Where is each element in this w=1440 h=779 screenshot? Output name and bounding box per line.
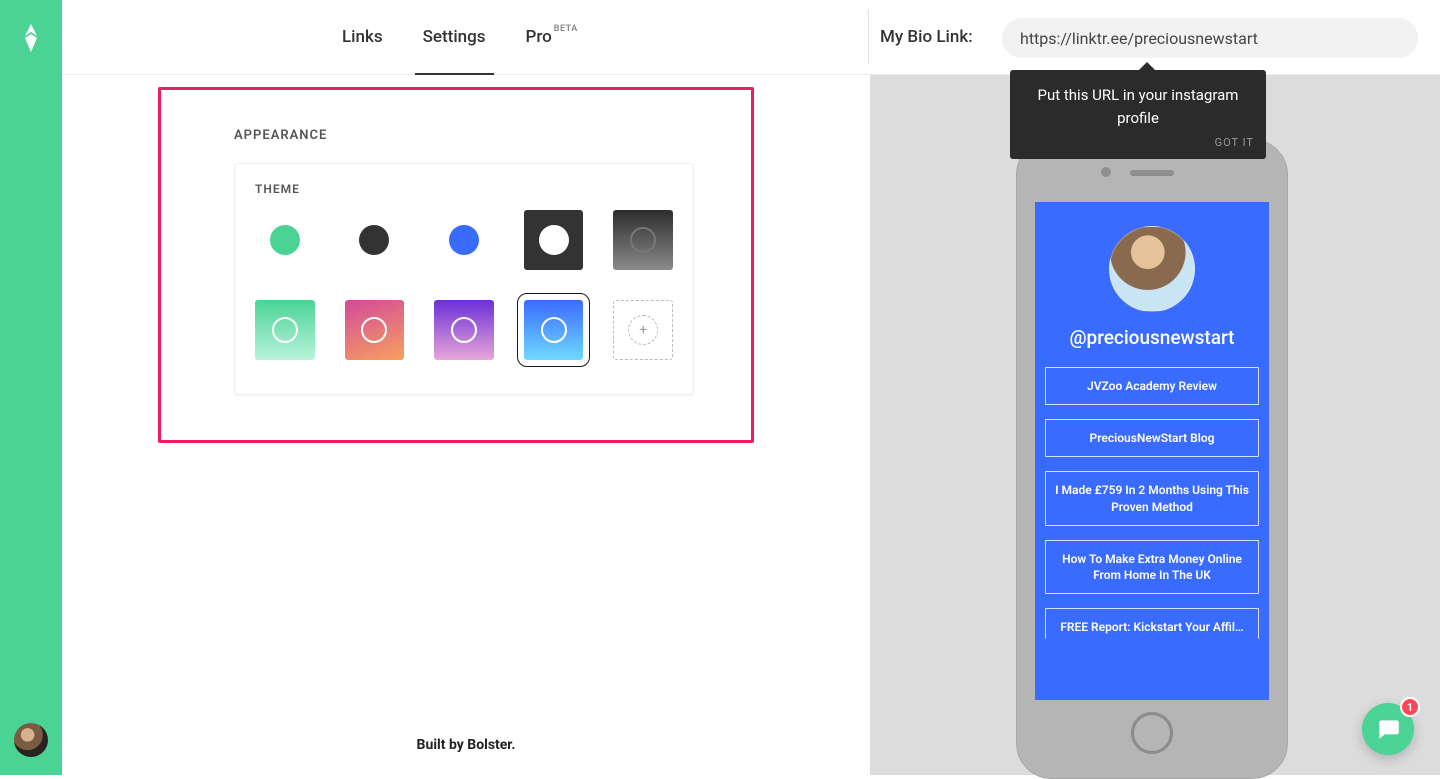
chat-icon — [1375, 716, 1401, 742]
preview-link[interactable]: I Made £759 In 2 Months Using This Prove… — [1045, 471, 1259, 525]
tab-pro-label: Pro — [526, 27, 552, 47]
logo-icon[interactable] — [0, 22, 62, 58]
tab-links[interactable]: Links — [342, 0, 383, 75]
phone-speaker-icon — [1130, 170, 1174, 176]
bio-url-text: https://linktr.ee/preciousnewstart — [1020, 29, 1258, 48]
preview-link[interactable]: FREE Report: Kickstart Your Affil… — [1045, 608, 1259, 639]
theme-purple-gradient[interactable] — [434, 300, 494, 360]
pro-beta-badge: BETA — [554, 24, 578, 34]
theme-card: THEME + — [234, 163, 694, 395]
theme-instagram-gradient[interactable] — [345, 300, 405, 360]
main-content: APPEARANCE THEME + Built by Bolster. — [62, 75, 870, 775]
phone-mockup: @preciousnewstart JVZoo Academy Review P… — [1016, 139, 1288, 779]
header: Links Settings Pro BETA My Bio Link: htt… — [62, 0, 1440, 75]
footer-credit: Built by Bolster. — [62, 737, 870, 753]
theme-dark-white[interactable] — [524, 210, 584, 270]
phone-camera-icon — [1101, 167, 1111, 177]
chat-badge: 1 — [1400, 697, 1420, 717]
profile-avatar — [1109, 226, 1195, 312]
theme-green-gradient[interactable] — [255, 300, 315, 360]
appearance-title: APPEARANCE — [234, 128, 327, 143]
divider — [868, 10, 869, 64]
plus-icon: + — [628, 315, 658, 345]
preview-link[interactable]: PreciousNewStart Blog — [1045, 419, 1259, 457]
phone-home-button-icon — [1131, 712, 1173, 754]
preview-panel: @preciousnewstart JVZoo Academy Review P… — [870, 75, 1440, 775]
tab-pro[interactable]: Pro BETA — [526, 0, 576, 75]
theme-white-blue[interactable] — [434, 210, 494, 270]
theme-dark-gradient[interactable] — [613, 210, 673, 270]
tab-settings[interactable]: Settings — [423, 0, 486, 75]
sidebar — [0, 0, 62, 775]
theme-blue-gradient[interactable] — [524, 300, 584, 360]
preview-link[interactable]: JVZoo Academy Review — [1045, 367, 1259, 405]
profile-handle: @preciousnewstart — [1035, 326, 1269, 349]
url-tooltip: Put this URL in your instagram profile G… — [1010, 70, 1266, 159]
bio-url-box[interactable]: https://linktr.ee/preciousnewstart — [1002, 18, 1418, 58]
theme-white-green[interactable] — [255, 210, 315, 270]
tooltip-gotit-button[interactable]: GOT IT — [1215, 135, 1254, 152]
preview-link[interactable]: How To Make Extra Money Online From Home… — [1045, 540, 1259, 594]
user-avatar[interactable] — [14, 723, 48, 757]
theme-add-custom[interactable]: + — [613, 300, 673, 360]
theme-white-dark[interactable] — [345, 210, 405, 270]
theme-label: THEME — [255, 182, 673, 196]
phone-screen: @preciousnewstart JVZoo Academy Review P… — [1035, 202, 1269, 700]
tooltip-text: Put this URL in your instagram profile — [1038, 86, 1239, 127]
bio-link-label: My Bio Link: — [880, 27, 973, 47]
